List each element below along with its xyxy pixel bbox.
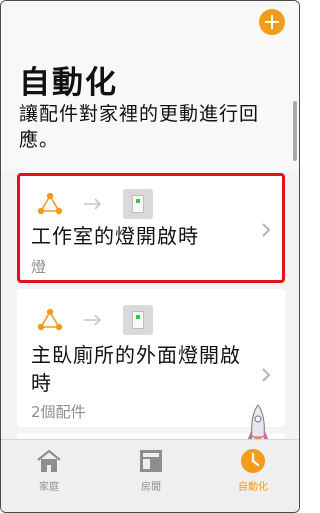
tab-home[interactable]: 家庭 xyxy=(19,446,79,493)
people-triangle-icon xyxy=(37,192,63,215)
page-subtitle: 讓配件對家裡的更動進行回應。 xyxy=(19,103,260,151)
light-switch-icon xyxy=(123,305,153,335)
add-automation-button[interactable] xyxy=(259,9,285,35)
automation-name: 工作室的燈開啟時 xyxy=(31,224,199,248)
tab-label: 房間 xyxy=(141,482,161,493)
automation-name: 主臥廁所的外面燈開啟時 xyxy=(31,343,241,395)
automation-card[interactable]: 工作室的燈開啟時 燈 xyxy=(17,173,285,283)
scroll-indicator xyxy=(293,101,297,161)
app-screen: 自動化 讓配件對家裡的更動進行回應。 工作室的燈開啟時 燈 主臥廁所的外面燈開啟… xyxy=(0,0,300,513)
light-switch-icon xyxy=(123,189,153,219)
arrow-right-icon xyxy=(84,314,102,326)
plus-icon xyxy=(265,15,279,29)
tab-label: 家庭 xyxy=(39,482,59,493)
tab-rooms[interactable]: 房間 xyxy=(121,446,181,493)
chevron-right-icon xyxy=(262,223,271,237)
chevron-right-icon xyxy=(262,368,271,382)
tab-automation[interactable]: 自動化 xyxy=(223,446,283,493)
people-triangle-icon xyxy=(37,308,63,331)
tab-label: 自動化 xyxy=(238,482,268,493)
automation-icons xyxy=(37,187,153,221)
tab-bar: 家庭 房間 自動化 xyxy=(1,439,299,512)
arrow-right-icon xyxy=(84,198,102,210)
room-icon xyxy=(140,450,162,472)
house-icon xyxy=(37,449,61,472)
automation-icons xyxy=(37,303,153,337)
page-title: 自動化 xyxy=(19,65,118,101)
clock-icon xyxy=(241,449,265,473)
automation-detail: 2個配件 xyxy=(31,403,86,421)
automation-detail: 燈 xyxy=(31,258,47,276)
